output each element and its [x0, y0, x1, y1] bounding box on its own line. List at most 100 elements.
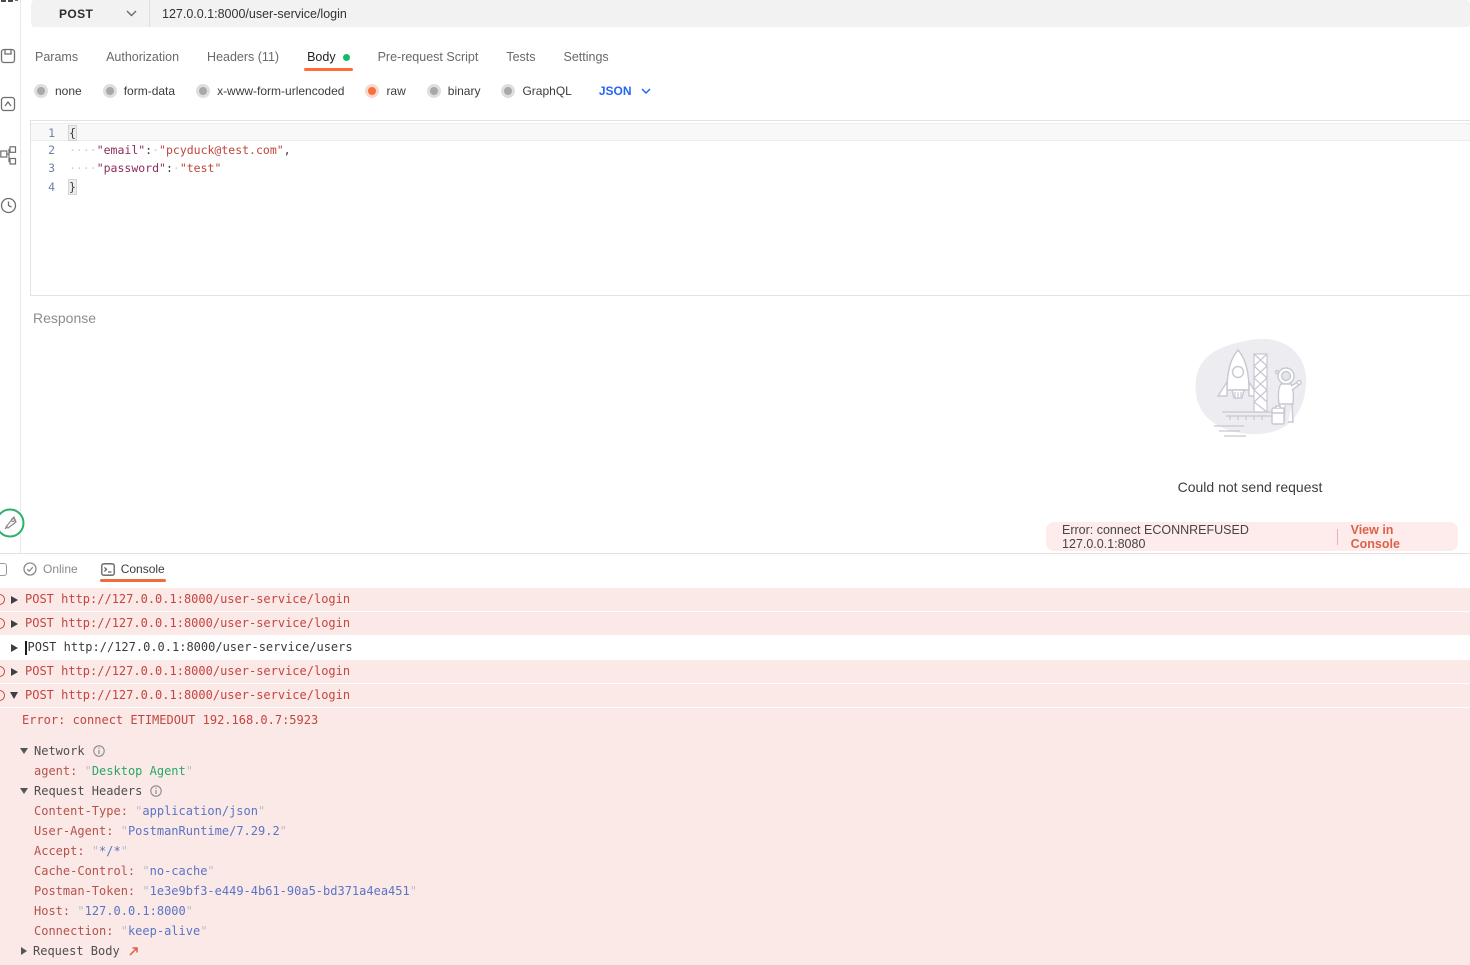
console-entry[interactable]: POST http://127.0.0.1:8000/user-service/… — [0, 660, 1470, 683]
tab-authorization[interactable]: Authorization — [106, 50, 179, 64]
radio-label: GraphQL — [522, 84, 572, 98]
console-entry[interactable]: POST http://127.0.0.1:8000/user-service/… — [0, 588, 1470, 611]
environments-icon[interactable] — [0, 146, 18, 166]
left-sidebar — [0, 0, 25, 553]
console-entry-text: POST http://127.0.0.1:8000/user-service/… — [25, 664, 351, 678]
kv-value: no-cache — [149, 864, 208, 878]
history-icon[interactable] — [0, 197, 17, 214]
detail-group-request-headers[interactable]: Request Headers — [0, 781, 1470, 801]
online-status[interactable]: Online — [23, 562, 78, 576]
editor-line: 3 ····"password":·"test" — [31, 159, 1470, 177]
expand-arrow-icon[interactable] — [11, 643, 18, 652]
body-type-selector: none form-data x-www-form-urlencoded raw bin… — [34, 81, 651, 101]
group-label: Request Body — [33, 944, 120, 958]
collapse-arrow-icon[interactable] — [20, 748, 28, 754]
tab-pre-request-script[interactable]: Pre-request Script — [378, 50, 479, 64]
radio-label: x-www-form-urlencoded — [217, 84, 345, 98]
console-entry[interactable]: POST http://127.0.0.1:8000/user-service/… — [0, 684, 1470, 707]
expand-arrow-icon[interactable] — [11, 619, 18, 628]
tab-body[interactable]: Body — [304, 50, 353, 71]
kv-value: Desktop Agent — [91, 764, 186, 778]
cookies-icon[interactable] — [0, 562, 7, 576]
group-label: Request Headers — [34, 784, 143, 798]
online-label: Online — [43, 562, 78, 576]
tab-label: Settings — [563, 50, 609, 64]
expand-arrow-icon[interactable] — [11, 667, 18, 676]
view-in-console-link[interactable]: View in Console — [1351, 523, 1442, 551]
radio-icon — [501, 84, 516, 98]
detail-kv-agent: agent: " Desktop Agent " — [34, 764, 193, 778]
tab-label: Tests — [506, 50, 536, 64]
console-tab[interactable]: Console — [99, 562, 166, 582]
editor-line: 2 ····"email":·"pcyduck@test.com", — [31, 141, 1470, 159]
console-error-detail: Error: connect ETIMEDOUT 192.168.0.7:592… — [22, 713, 319, 727]
body-type-graphql[interactable]: GraphQL — [501, 84, 572, 98]
kv-key: Accept: — [34, 844, 85, 858]
detail-kv-content-type: Content-Type: " application/json " — [34, 804, 266, 818]
request-url-bar: POST 127.0.0.1:8000/user-service/login — [31, 0, 1470, 27]
console-log: POST http://127.0.0.1:8000/user-service/… — [0, 584, 1470, 965]
request-body-editor[interactable]: 1 {2 ····"email":·"pcyduck@test.com", 3 ····… — [30, 120, 1470, 296]
kv-value: application/json — [142, 804, 258, 818]
console-icon — [100, 562, 115, 576]
body-type-x-www-form-urlencoded[interactable]: x-www-form-urlencoded — [196, 84, 344, 98]
console-entry[interactable]: POST http://127.0.0.1:8000/user-service/… — [0, 636, 1470, 659]
toast-divider — [1336, 528, 1338, 545]
detail-group-request-body[interactable]: Request Body — [0, 941, 1470, 961]
url-input[interactable]: 127.0.0.1:8000/user-service/login — [150, 7, 347, 21]
save-collection-icon[interactable] — [0, 48, 17, 64]
online-check-icon — [23, 562, 37, 576]
tab-label: Pre-request Script — [377, 50, 479, 64]
radio-icon — [102, 84, 117, 98]
error-toast: Error: connect ECONNREFUSED 127.0.0.1:80… — [1046, 522, 1458, 551]
format-dropdown[interactable]: JSON — [599, 84, 651, 98]
radio-icon — [34, 84, 48, 98]
tab-label: Params — [35, 50, 79, 64]
error-toast-text: Error: connect ECONNREFUSED 127.0.0.1:80… — [1062, 522, 1249, 551]
radio-label: form-data — [123, 84, 176, 98]
tab-params[interactable]: Params — [35, 50, 78, 64]
api-icon[interactable] — [0, 96, 17, 112]
radio-label: raw — [386, 84, 406, 98]
tab-tests[interactable]: Tests — [506, 50, 535, 64]
method-dropdown[interactable]: POST — [31, 7, 149, 21]
tab-label: Body — [307, 50, 336, 64]
kv-value: PostmanRuntime/7.29.2 — [127, 824, 280, 838]
external-link-icon — [129, 946, 138, 956]
kv-key: Host: — [34, 904, 71, 918]
code-text: ····"password":·"test" — [69, 161, 222, 176]
detail-kv-postman-token: Postman-Token: " 1e3e9bf3-e449-4b61-90a5-… — [34, 884, 417, 898]
collections-icon[interactable] — [0, 0, 18, 9]
body-type-none[interactable]: none — [34, 84, 82, 98]
line-number: 4 — [48, 179, 55, 194]
code-text: { — [69, 126, 76, 140]
collapse-arrow-icon[interactable] — [10, 692, 18, 699]
kv-key: Postman-Token: — [34, 884, 136, 898]
kv-key: Cache-Control: — [34, 864, 136, 878]
tab-settings[interactable]: Settings — [564, 50, 609, 64]
line-number: 1 — [48, 126, 55, 140]
postman-agent-icon[interactable] — [0, 507, 26, 539]
detail-kv-connection: Connection: " keep-alive " — [34, 924, 208, 938]
code-text: } — [69, 179, 76, 194]
console-panel: Online Console POST http://127.0.0.1:800… — [0, 553, 1470, 965]
kv-value: 1e3e9bf3-e449-4b61-90a5-bd371a4ea451 — [149, 884, 410, 898]
expand-arrow-icon[interactable] — [21, 947, 27, 955]
kv-value: keep-alive — [127, 924, 201, 938]
detail-group-network[interactable]: Network — [0, 741, 1470, 761]
detail-kv-host: Host: " 127.0.0.1:8000 " — [34, 904, 193, 918]
console-entry[interactable]: POST http://127.0.0.1:8000/user-service/… — [0, 612, 1470, 635]
expand-arrow-icon[interactable] — [11, 595, 18, 604]
body-type-binary[interactable]: binary — [426, 84, 481, 98]
tab-headers-11[interactable]: Headers (11) — [207, 50, 279, 64]
collapse-arrow-icon[interactable] — [20, 788, 28, 794]
radio-label: binary — [447, 84, 481, 98]
empty-response-illustration — [1195, 338, 1307, 437]
body-type-form-data[interactable]: form-data — [102, 84, 176, 98]
tab-label: Authorization — [106, 50, 180, 64]
format-label: JSON — [598, 84, 632, 98]
kv-value: */* — [99, 844, 121, 858]
radio-icon — [196, 84, 211, 98]
body-type-raw[interactable]: raw — [365, 84, 406, 98]
console-tab-label: Console — [120, 562, 165, 576]
